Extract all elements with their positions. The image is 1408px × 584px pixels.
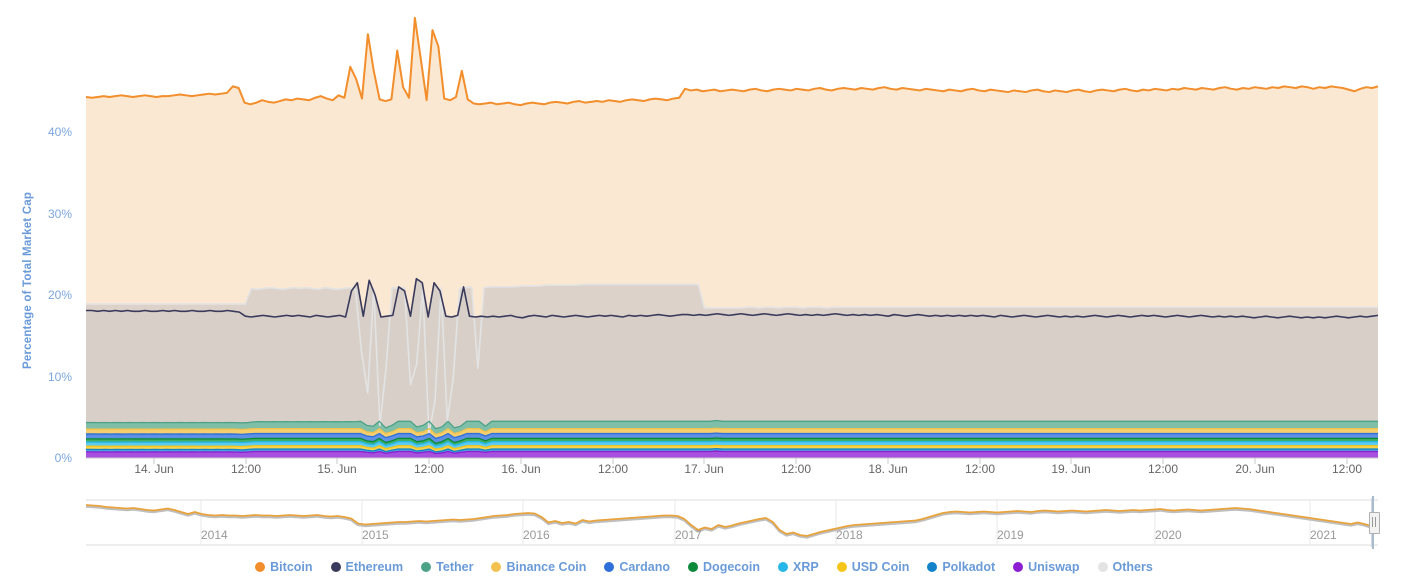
nav-tick-2016: 2016 (523, 528, 550, 542)
legend-item-label: Binance Coin (506, 560, 587, 574)
plot-area[interactable] (0, 0, 1408, 584)
legend-marker-icon (777, 562, 788, 572)
legend-item-tether[interactable]: Tether (421, 560, 473, 574)
legend-item-label: Dogecoin (703, 560, 760, 574)
x-tick-12: 20. Jun (1235, 462, 1275, 476)
legend-marker-icon (491, 562, 502, 572)
legend-item-label: Cardano (619, 560, 671, 574)
legend-marker-icon (836, 562, 847, 572)
x-tick-2: 15. Jun (317, 462, 357, 476)
x-tick-6: 17. Jun (684, 462, 724, 476)
legend-item-dogecoin[interactable]: Dogecoin (688, 560, 760, 574)
x-tick-5: 12:00 (597, 462, 629, 476)
x-tick-4: 16. Jun (501, 462, 541, 476)
nav-tick-2015: 2015 (362, 528, 389, 542)
scrollbar-handle[interactable] (1369, 512, 1380, 534)
x-tick-3: 12:00 (413, 462, 445, 476)
legend-item-label: Uniswap (1028, 560, 1080, 574)
legend-item-bitcoin[interactable]: Bitcoin (255, 560, 313, 574)
x-tick-9: 12:00 (964, 462, 996, 476)
legend-item-binance-coin[interactable]: Binance Coin (491, 560, 586, 574)
nav-tick-2014: 2014 (201, 528, 228, 542)
legend-marker-icon (688, 562, 699, 572)
nav-tick-2018: 2018 (836, 528, 863, 542)
nav-tick-2021: 2021 (1310, 528, 1337, 542)
legend: Bitcoin Ethereum Tether Binance Coin Cardano… (0, 560, 1408, 574)
legend-marker-icon (604, 562, 615, 572)
legend-item-label: Bitcoin (270, 560, 313, 574)
legend-item-cardano[interactable]: Cardano (604, 560, 670, 574)
x-tick-0: 14. Jun (134, 462, 174, 476)
legend-item-label: Tether (436, 560, 474, 574)
x-tick-1: 12:00 (230, 462, 262, 476)
legend-marker-icon (1097, 562, 1108, 572)
legend-item-label: USD Coin (851, 560, 910, 574)
legend-item-label: Others (1112, 560, 1153, 574)
legend-item-uniswap[interactable]: Uniswap (1013, 560, 1080, 574)
x-tick-13: 12:00 (1331, 462, 1363, 476)
x-tick-8: 18. Jun (868, 462, 908, 476)
nav-tick-2017: 2017 (675, 528, 702, 542)
legend-item-xrp[interactable]: XRP (777, 560, 819, 574)
x-tick-10: 19. Jun (1051, 462, 1091, 476)
legend-marker-icon (255, 562, 266, 572)
legend-item-label: Ethereum (345, 560, 404, 574)
legend-item-others[interactable]: Others (1097, 560, 1153, 574)
legend-marker-icon (1013, 562, 1024, 572)
x-tick-11: 12:00 (1147, 462, 1179, 476)
legend-item-polkadot[interactable]: Polkadot (927, 560, 995, 574)
nav-tick-2019: 2019 (997, 528, 1024, 542)
legend-marker-icon (927, 562, 938, 572)
legend-item-usd-coin[interactable]: USD Coin (836, 560, 910, 574)
legend-marker-icon (421, 562, 432, 572)
legend-item-ethereum[interactable]: Ethereum (330, 560, 404, 574)
legend-item-label: Polkadot (942, 560, 996, 574)
legend-item-label: XRP (792, 560, 819, 574)
nav-tick-2020: 2020 (1155, 528, 1182, 542)
x-tick-7: 12:00 (780, 462, 812, 476)
crypto-dominance-chart: Percentage of Total Market Cap 40% 30% 2… (0, 0, 1408, 584)
legend-marker-icon (330, 562, 341, 572)
